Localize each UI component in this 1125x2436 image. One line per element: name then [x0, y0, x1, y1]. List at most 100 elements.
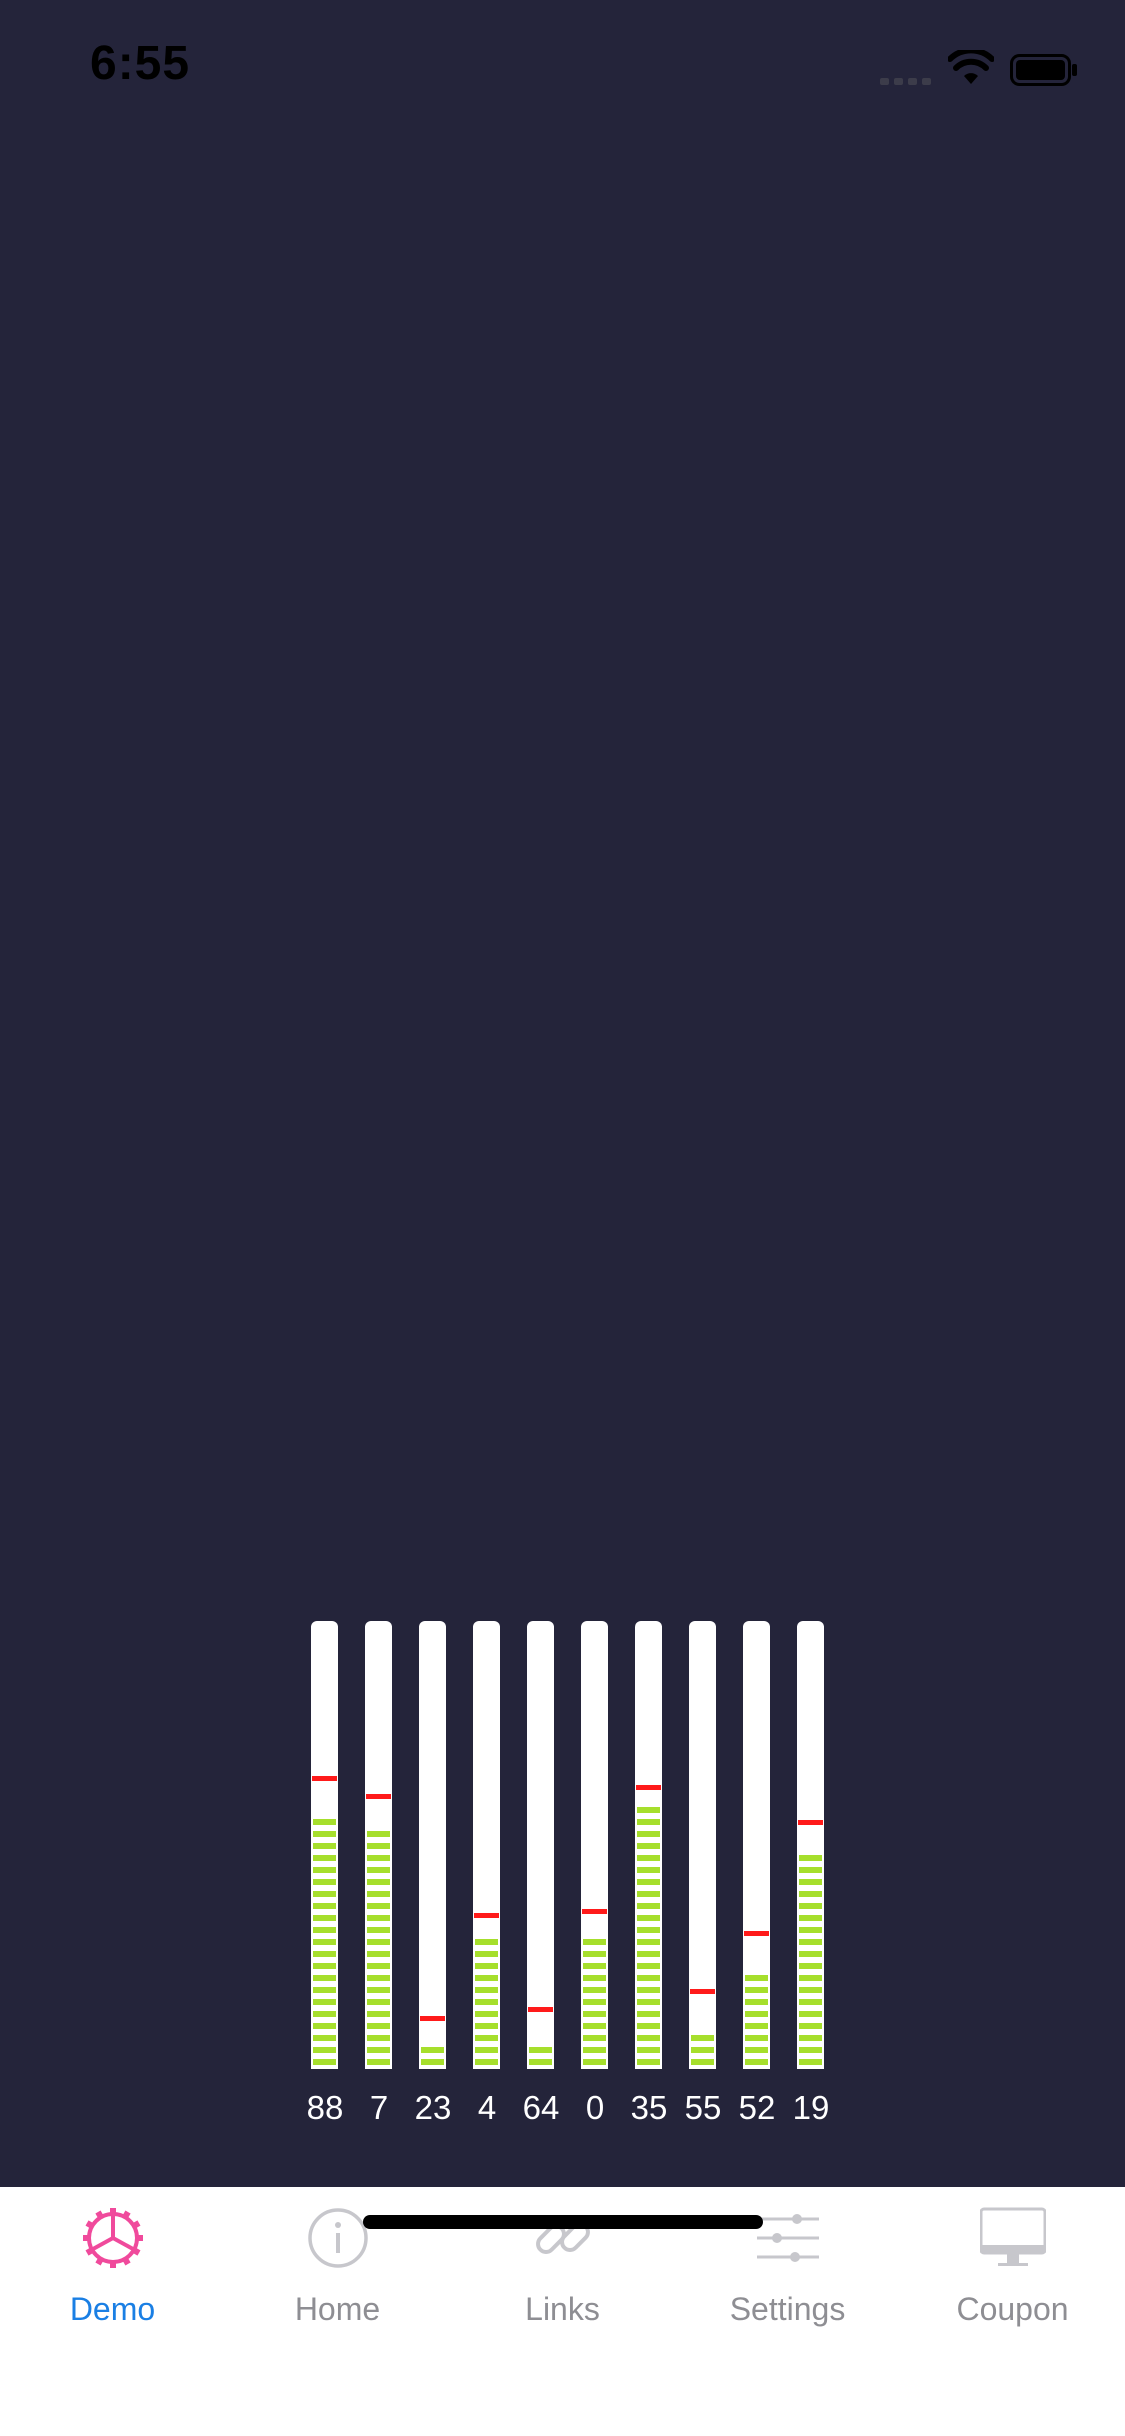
meter-segment	[637, 1819, 660, 1825]
tab-label-home: Home	[294, 2291, 381, 2327]
tab-home[interactable]: Home	[225, 2187, 450, 2337]
meter-segment	[799, 2011, 822, 2017]
meter-segment	[367, 2059, 390, 2065]
meter-segment	[475, 1999, 498, 2005]
meter-segment	[637, 2011, 660, 2017]
meter-peak-marker	[528, 2006, 553, 2012]
meter-segment	[313, 1999, 336, 2005]
meter-segment	[313, 1843, 336, 1849]
meter-segment	[583, 2059, 606, 2065]
tab-settings[interactable]: Settings	[675, 2187, 900, 2337]
status-bar: 6:55	[0, 0, 1125, 140]
meter-segment	[745, 2023, 768, 2029]
meter-segment	[583, 2023, 606, 2029]
meter-segment	[799, 2023, 822, 2029]
meter-segment	[637, 1843, 660, 1849]
meter-segment	[799, 1915, 822, 1921]
level-meter	[581, 1621, 608, 2069]
meter-segment	[637, 1963, 660, 1969]
meter-segment	[745, 1987, 768, 1993]
tab-label-settings: Settings	[729, 2291, 846, 2327]
meter-segment	[637, 1855, 660, 1861]
meter-segment	[637, 2059, 660, 2065]
meter-segment	[367, 1987, 390, 1993]
meter-segment	[799, 2047, 822, 2053]
meter-segment	[691, 2035, 714, 2041]
meter-segment	[367, 1867, 390, 1873]
level-meter	[419, 1621, 446, 2069]
sliders-icon	[757, 2214, 819, 2262]
meter-segment	[529, 2047, 552, 2053]
level-meter	[365, 1621, 392, 2069]
tab-links[interactable]: Links	[450, 2187, 675, 2337]
meter-segment	[475, 1987, 498, 1993]
meter-peak-marker	[690, 1988, 715, 1994]
meter-segment	[799, 1963, 822, 1969]
meter-segment	[637, 1927, 660, 1933]
meter-segment	[313, 2035, 336, 2041]
meter-segment	[475, 2023, 498, 2029]
meter-segment	[367, 2035, 390, 2041]
meter-segment	[367, 1939, 390, 1945]
meter-segment	[367, 1831, 390, 1837]
tab-label-links: Links	[525, 2291, 600, 2327]
meter-segment	[799, 2035, 822, 2041]
meter-segment	[583, 1987, 606, 1993]
meter-segment	[583, 2011, 606, 2017]
gear-icon	[83, 2208, 143, 2268]
meter-value-label: 0	[585, 2089, 605, 2126]
meter-peak-marker	[744, 1931, 769, 1937]
tab-coupon[interactable]: Coupon	[900, 2187, 1125, 2337]
meter-segment	[313, 1915, 336, 1921]
meter-segment	[799, 2059, 822, 2065]
level-meter	[689, 1621, 716, 2069]
tab-label-coupon: Coupon	[956, 2291, 1069, 2327]
meter-segment	[313, 1819, 336, 1825]
meter-segment	[583, 1999, 606, 2005]
tab-demo[interactable]: Demo	[0, 2187, 225, 2337]
battery-icon	[1010, 54, 1077, 86]
meter-segment	[799, 1951, 822, 1957]
meter-segment	[475, 2011, 498, 2017]
meter-segment	[313, 1951, 336, 1957]
meter-segment	[313, 1891, 336, 1897]
cellular-signal-icon	[880, 75, 932, 85]
meter-segment	[799, 1975, 822, 1981]
meter-segment	[745, 1999, 768, 2005]
meter-segment	[637, 1831, 660, 1837]
meter-segment	[799, 1927, 822, 1933]
home-indicator	[363, 2215, 763, 2229]
meter-segment	[637, 1903, 660, 1909]
meter-segment	[367, 1879, 390, 1885]
meter-segment	[583, 1951, 606, 1957]
level-meter	[527, 1621, 554, 2069]
meter-segment	[637, 1867, 660, 1873]
meter-value-label: 52	[738, 2089, 776, 2126]
meter-segment	[367, 1927, 390, 1933]
meter-value-label: 23	[414, 2089, 452, 2126]
meter-segment	[529, 2059, 552, 2065]
meter-segment	[637, 1915, 660, 1921]
meter-segment	[637, 2035, 660, 2041]
meter-segment	[313, 1879, 336, 1885]
meter-segment	[637, 1987, 660, 1993]
meter-segment	[745, 2011, 768, 2017]
meter-segment	[745, 2035, 768, 2041]
level-meter	[473, 1621, 500, 2069]
meter-value-label: 64	[522, 2089, 560, 2126]
meter-segment	[367, 1891, 390, 1897]
meter-value-label: 7	[369, 2089, 389, 2126]
meter-peak-marker	[366, 1793, 391, 1799]
meter-segment	[583, 2047, 606, 2053]
meter-peak-marker	[636, 1784, 661, 1790]
meter-peak-marker	[798, 1820, 823, 1826]
meter-segment	[583, 1939, 606, 1945]
meter-segment	[421, 2047, 444, 2053]
meter-segment	[745, 2047, 768, 2053]
meter-segment	[367, 1963, 390, 1969]
meter-segment	[367, 1951, 390, 1957]
meter-segment	[799, 1999, 822, 2005]
meter-value-label: 55	[684, 2089, 722, 2126]
meter-segment	[313, 1987, 336, 1993]
meter-segment	[367, 2011, 390, 2017]
